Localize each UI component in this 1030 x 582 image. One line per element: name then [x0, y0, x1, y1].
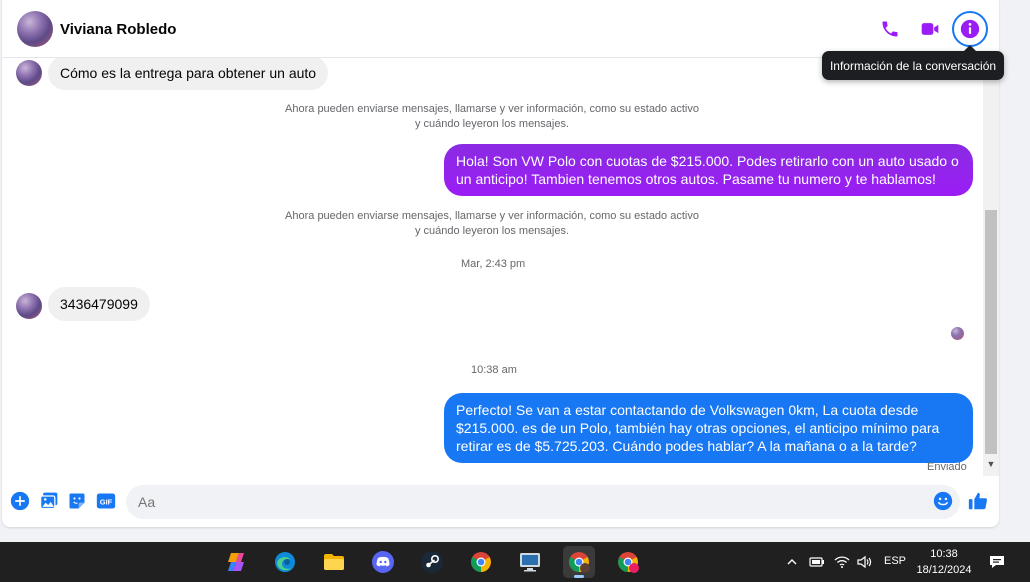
discord-button[interactable] [367, 546, 399, 578]
voice-call-button[interactable] [872, 11, 908, 47]
chrome-button[interactable] [465, 546, 497, 578]
notifications-button[interactable] [988, 542, 1006, 582]
message-input[interactable] [126, 485, 960, 519]
video-camera-icon [921, 23, 939, 35]
system-notice-line: Ahora pueden enviarse mensajes, llamarse… [285, 103, 699, 115]
chrome-profile-button-active[interactable] [563, 546, 595, 578]
steam-button[interactable] [416, 546, 448, 578]
wifi-icon [834, 556, 850, 568]
file-explorer-button[interactable] [318, 546, 350, 578]
emoji-icon [933, 491, 953, 511]
scroll-down-arrow-icon[interactable]: ▼ [985, 459, 997, 471]
edge-button[interactable] [269, 546, 301, 578]
sticker-button[interactable] [66, 490, 88, 512]
edge-icon [275, 552, 295, 572]
info-icon [960, 19, 980, 39]
thumbs-up-icon [968, 492, 988, 510]
chrome-profile-icon [569, 552, 590, 573]
discord-icon [372, 551, 394, 573]
incoming-message[interactable]: 3436479099 [48, 287, 150, 321]
battery-button[interactable] [809, 542, 825, 582]
incoming-message[interactable]: Cómo es la entrega para obtener un auto [48, 56, 329, 90]
steam-icon [421, 551, 443, 573]
chrome-icon [471, 552, 491, 572]
sent-status: Enviado [927, 461, 967, 473]
like-button[interactable] [967, 490, 989, 512]
contact-name[interactable]: Viviana Robledo [60, 21, 176, 38]
photo-icon [40, 492, 58, 510]
copilot-icon [228, 553, 244, 571]
system-notice-line: Ahora pueden enviarse mensajes, llamarse… [285, 210, 699, 222]
plus-circle-icon [10, 491, 30, 511]
gif-button[interactable]: GIF [95, 490, 117, 512]
contact-avatar-small[interactable] [16, 60, 42, 86]
clock-time: 10:38 [930, 548, 958, 560]
clock-date: 18/12/2024 [916, 564, 972, 576]
show-hidden-icons-button[interactable] [786, 542, 798, 582]
conversation-info-tooltip: Información de la conversación [822, 45, 1004, 80]
system-notice-line: y cuándo leyeron los mensajes. [414, 118, 570, 130]
more-actions-button[interactable] [9, 490, 31, 512]
gif-icon: GIF [96, 493, 116, 509]
system-clock[interactable]: 10:38 18/12/2024 [912, 546, 976, 578]
remote-desktop-button[interactable] [514, 546, 546, 578]
chrome-profile-icon [618, 552, 639, 573]
sticker-icon [69, 493, 85, 509]
copilot-button[interactable] [220, 546, 252, 578]
conversation-header: Viviana Robledo [2, 0, 999, 58]
contact-avatar-small[interactable] [16, 293, 42, 319]
battery-icon [809, 557, 824, 567]
system-notice: Ahora pueden enviarse mensajes, llamarse… [252, 209, 732, 239]
seen-indicator-avatar [951, 327, 964, 340]
outgoing-message[interactable]: Perfecto! Se van a estar contactando de … [444, 393, 973, 463]
outgoing-message[interactable]: Hola! Son VW Polo con cuotas de $215.000… [444, 144, 973, 196]
chrome-profile-button[interactable] [612, 546, 644, 578]
attach-photo-button[interactable] [38, 490, 60, 512]
message-timestamp: 10:38 am [471, 364, 517, 376]
svg-text:GIF: GIF [100, 497, 113, 506]
video-call-button[interactable] [912, 11, 948, 47]
volume-button[interactable] [856, 542, 872, 582]
remote-desktop-icon [520, 553, 540, 572]
file-explorer-icon [324, 554, 344, 570]
conversation-info-button[interactable] [952, 11, 988, 47]
system-notice-line: y cuándo leyeron los mensajes. [414, 225, 570, 237]
scrollbar-thumb[interactable] [985, 210, 997, 454]
emoji-button[interactable] [932, 490, 954, 512]
network-button[interactable] [834, 542, 850, 582]
contact-avatar[interactable] [17, 11, 53, 47]
speaker-icon [857, 555, 872, 569]
message-timestamp: Mar, 2:43 pm [461, 258, 526, 270]
phone-icon [882, 21, 898, 37]
chevron-up-icon [787, 559, 797, 565]
notification-icon [990, 556, 1004, 568]
system-notice: Ahora pueden enviarse mensajes, llamarse… [252, 102, 732, 132]
taskbar: ESP 10:38 18/12/2024 [0, 542, 1030, 582]
message-composer: GIF [2, 480, 999, 524]
input-language[interactable]: ESP [884, 555, 906, 567]
message-list[interactable]: Cómo es la entrega para obtener un auto … [2, 56, 982, 478]
